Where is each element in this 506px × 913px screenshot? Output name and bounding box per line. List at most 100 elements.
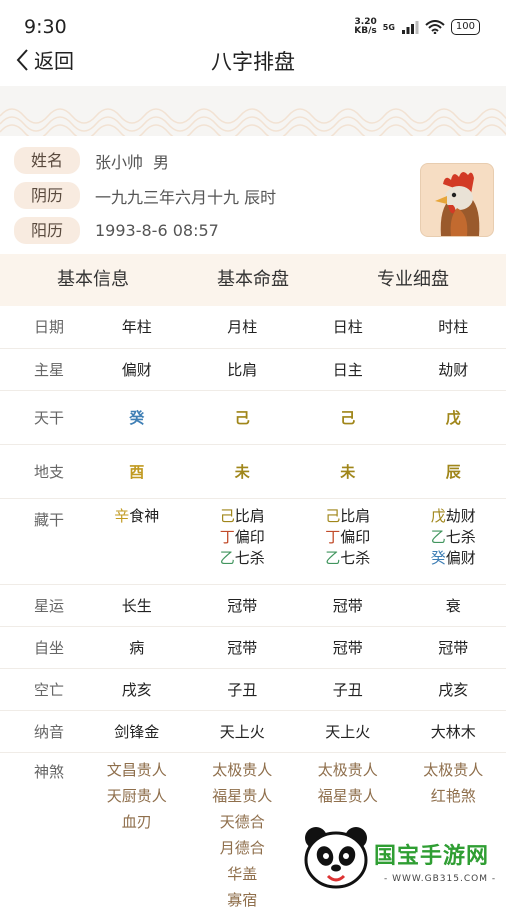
gender-value: 男 [153,149,169,173]
profile-section: 姓名 张小帅 男 阴历 一九九三年六月十九 辰时 阳历 1993-8-6 08:… [0,136,506,254]
tiangan-cell: 戊 [401,390,506,444]
watermark-url: - WWW.GB315.COM - [384,874,496,884]
hidden-stem: 乙 [431,528,446,546]
kongwang-cell: 子丑 [190,668,296,710]
wifi-icon [425,20,445,34]
kongwang-row: 空亡 戌亥 子丑 子丑 戌亥 [0,668,506,710]
shensha-cell: 文昌贵人 天厨贵人 血刃 [84,752,190,913]
zhuxing-cell: 日主 [295,348,401,390]
xingyun-row: 星运 长生 冠带 冠带 衰 [0,584,506,626]
hidden-stem: 乙 [220,549,235,567]
hidden-stem: 己 [325,507,340,525]
row-label-zhuxing: 主星 [0,348,84,390]
name-value: 张小帅 [95,149,143,173]
ten-god: 食神 [129,507,159,525]
shensha-item: 天德合 [190,809,296,835]
column-header-month: 月柱 [190,306,296,348]
solar-tag: 阳历 [14,217,80,244]
tiangan-cell: 己 [190,390,296,444]
dizhi-cell: 酉 [84,444,190,498]
panda-logo-icon [302,824,370,890]
tab-basic-chart[interactable]: 基本命盘 [173,254,333,306]
canggan-entry: 己比肩 [295,506,401,527]
canggan-entry: 癸偏财 [401,548,506,569]
canggan-entry: 己比肩 [190,506,296,527]
watermark: 国宝手游网 - WWW.GB315.COM - [286,816,506,900]
hidden-stem: 己 [220,507,235,525]
nav-bar: 返回 八字排盘 [0,40,506,86]
lunar-value: 一九九三年六月十九 辰时 [95,184,276,208]
row-label-kongwang: 空亡 [0,668,84,710]
xingyun-cell: 冠带 [190,584,296,626]
ten-god: 偏印 [235,528,265,546]
xingyun-cell: 长生 [84,584,190,626]
hidden-stem: 戊 [431,507,446,525]
column-header-day: 日柱 [295,306,401,348]
solar-row: 阳历 1993-8-6 08:57 [14,217,219,244]
row-label-dizhi: 地支 [0,444,84,498]
shensha-item: 福星贵人 [190,783,296,809]
row-label-canggan: 藏干 [0,498,84,584]
name-tag: 姓名 [14,147,80,174]
zizuo-cell: 冠带 [401,626,506,668]
page-title: 八字排盘 [0,46,506,76]
kongwang-cell: 戌亥 [84,668,190,710]
canggan-cell: 戊劫财 乙七杀 癸偏财 [401,498,506,584]
status-bar: 9:30 3.20 KB/s 5G 100 [0,0,506,40]
network-speed: 3.20 KB/s [354,18,376,36]
xingyun-cell: 衰 [401,584,506,626]
tab-basic-info[interactable]: 基本信息 [13,254,173,306]
canggan-entry: 辛食神 [84,506,190,527]
nayin-cell: 大林木 [401,710,506,752]
ten-god: 比肩 [235,507,265,525]
solar-value: 1993-8-6 08:57 [95,221,219,240]
shensha-item: 华盖 [190,861,296,887]
kongwang-cell: 戌亥 [401,668,506,710]
network-speed-unit: KB/s [354,27,376,36]
rooster-icon [421,164,493,236]
tiangan-row: 天干 癸 己 己 戊 [0,390,506,444]
zizuo-row: 自坐 病 冠带 冠带 冠带 [0,626,506,668]
nayin-cell: 天上火 [190,710,296,752]
shensha-item: 太极贵人 [295,757,401,783]
decorative-banner [0,86,506,136]
canggan-entry: 丁偏印 [295,527,401,548]
row-label-xingyun: 星运 [0,584,84,626]
canggan-entry: 乙七杀 [295,548,401,569]
ten-god: 劫财 [446,507,476,525]
shensha-item: 月德合 [190,835,296,861]
shensha-item: 文昌贵人 [84,757,190,783]
zodiac-avatar [420,163,494,237]
zizuo-cell: 冠带 [295,626,401,668]
row-label-zizuo: 自坐 [0,626,84,668]
zhuxing-cell: 劫财 [401,348,506,390]
network-type: 5G [383,23,395,32]
zhuxing-row: 主星 偏财 比肩 日主 劫财 [0,348,506,390]
canggan-entry: 戊劫财 [401,506,506,527]
hidden-stem: 丁 [325,528,340,546]
tab-professional-chart[interactable]: 专业细盘 [333,254,493,306]
column-header-year: 年柱 [84,306,190,348]
zizuo-cell: 病 [84,626,190,668]
status-icons: 3.20 KB/s 5G 100 [354,18,480,36]
column-header-hour: 时柱 [401,306,506,348]
hidden-stem: 丁 [220,528,235,546]
tab-bar: 基本信息 基本命盘 专业细盘 [0,254,506,306]
row-label-shensha: 神煞 [0,752,84,913]
zhuxing-cell: 偏财 [84,348,190,390]
watermark-title: 国宝手游网 [374,838,489,870]
name-row: 姓名 张小帅 男 [14,147,169,174]
zizuo-cell: 冠带 [190,626,296,668]
canggan-entry: 乙七杀 [401,527,506,548]
nayin-cell: 天上火 [295,710,401,752]
ten-god: 七杀 [446,528,476,546]
canggan-cell: 辛食神 [84,498,190,584]
canggan-cell: 己比肩 丁偏印 乙七杀 [295,498,401,584]
dizhi-cell: 辰 [401,444,506,498]
ten-god: 偏印 [340,528,370,546]
shensha-item: 福星贵人 [295,783,401,809]
wave-pattern-icon [0,86,506,136]
shensha-cell: 太极贵人 福星贵人 天德合 月德合 华盖 寡宿 [190,752,296,913]
shensha-item: 血刃 [84,809,190,835]
ten-god: 七杀 [340,549,370,567]
